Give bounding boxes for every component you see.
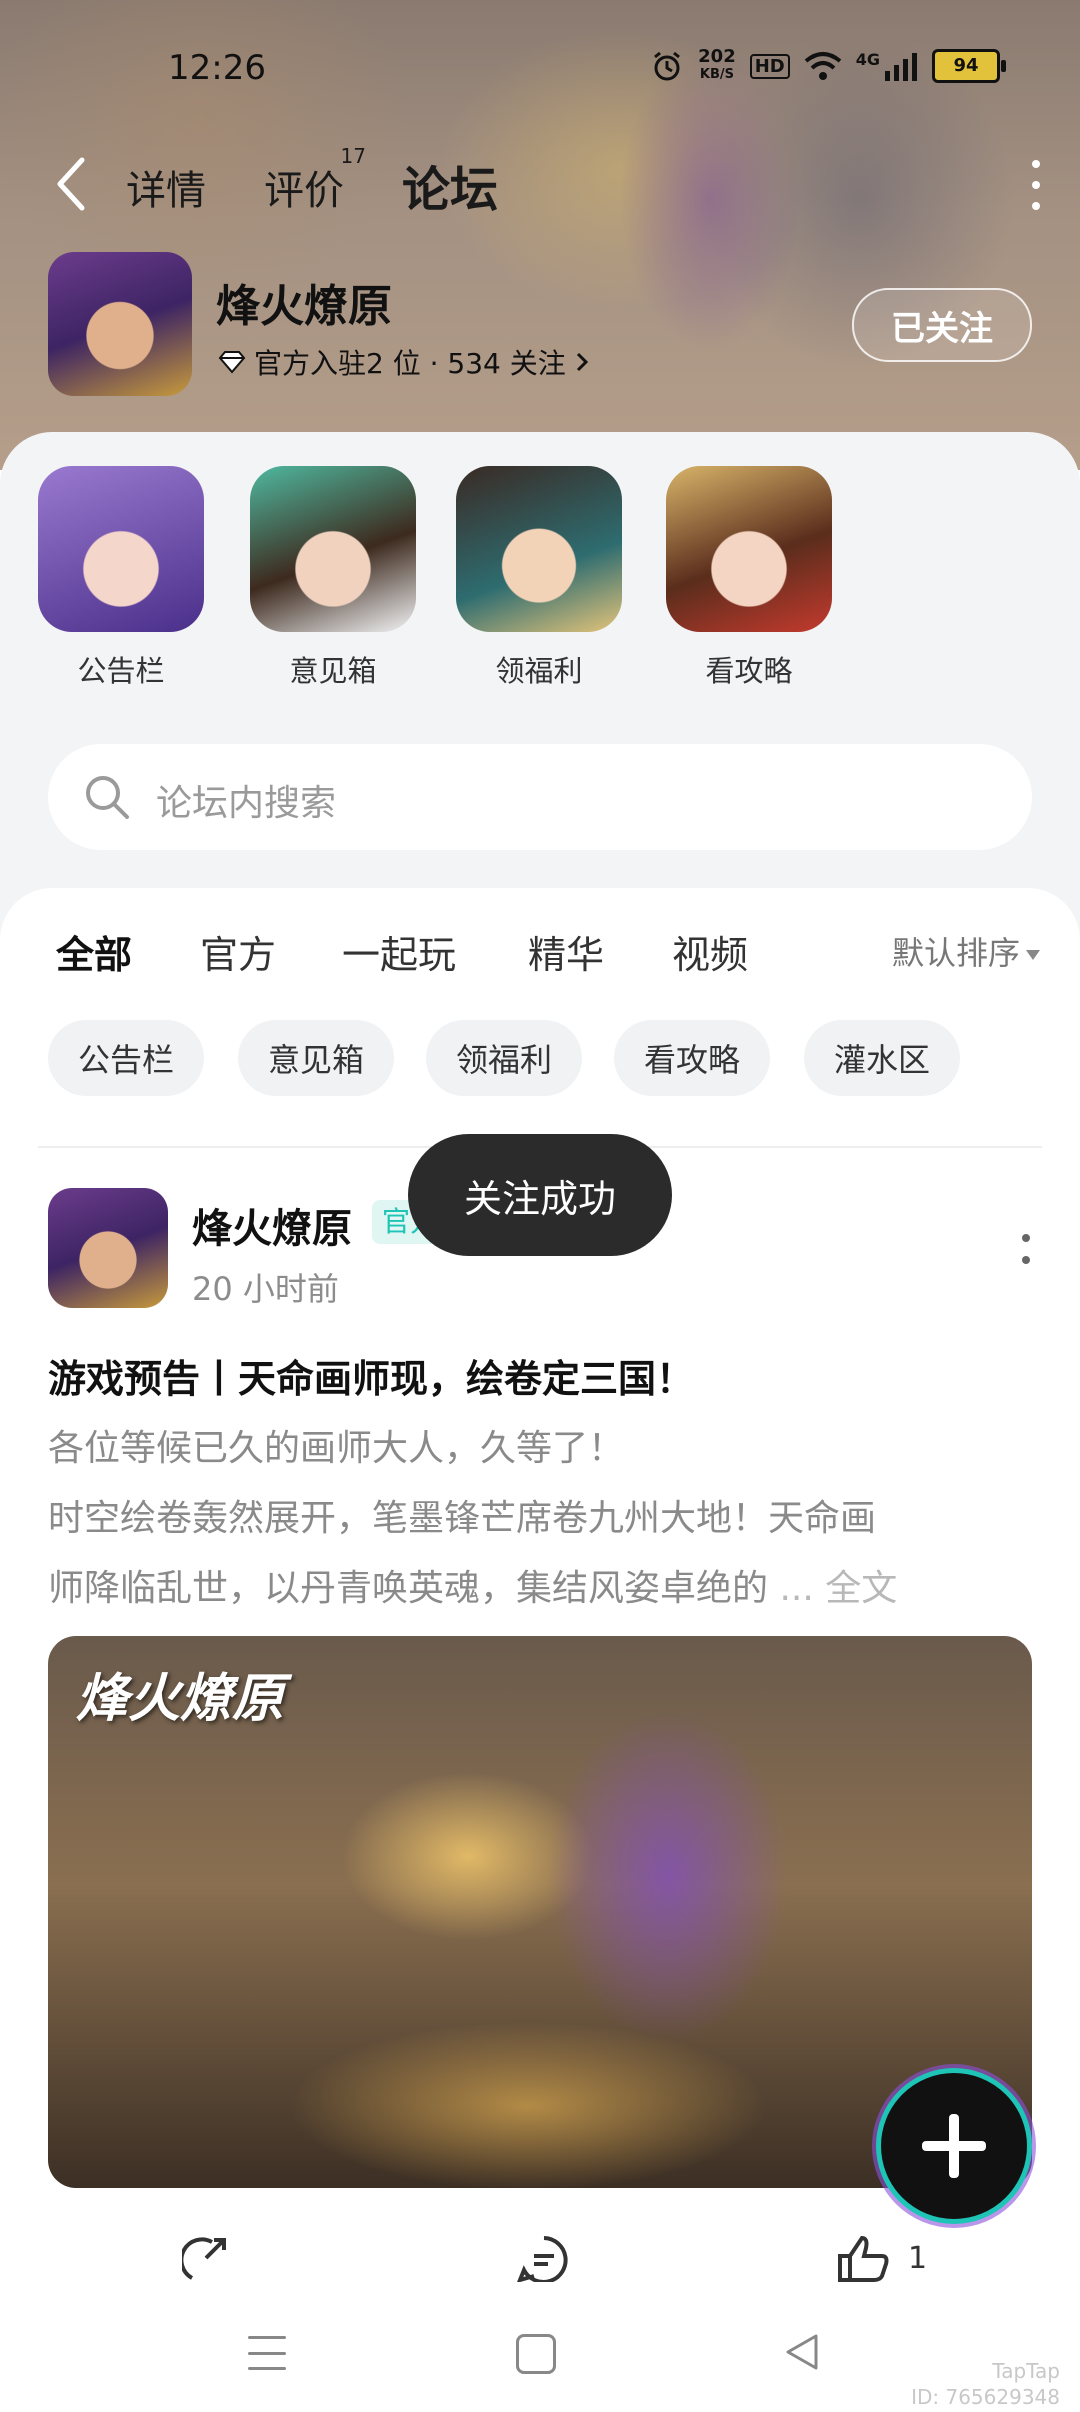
- shortcut-label: 意见箱: [289, 654, 377, 688]
- shortcut-feedback[interactable]: 意见箱: [248, 466, 418, 690]
- comment-icon[interactable]: [516, 2234, 572, 2282]
- caret-down-icon: [1026, 950, 1040, 960]
- shortcut-image: [250, 466, 416, 632]
- game-title: 烽火燎原: [216, 281, 392, 332]
- review-count: 17: [340, 144, 366, 168]
- post-body[interactable]: 各位等候已久的画师大人，久等了！ 时空绘卷轰然展开，笔墨锋芒席卷九州大地！天命画…: [48, 1414, 1028, 1624]
- category-tabs: 全部 官方 一起玩 精华 视频 默认排序: [0, 924, 1080, 985]
- chip-feedback[interactable]: 意见箱: [238, 1020, 395, 1096]
- sort-label: 默认排序: [891, 934, 1020, 972]
- search-icon: [86, 776, 129, 819]
- tab-details[interactable]: 详情: [126, 158, 206, 216]
- back-arrow-icon[interactable]: [52, 154, 92, 214]
- top-nav: 详情 评价 17 论坛: [0, 144, 1080, 220]
- post-image[interactable]: 烽火燎原: [48, 1636, 1032, 2188]
- category-tab-official[interactable]: 官方: [200, 924, 276, 979]
- chevron-right-icon: [576, 352, 588, 372]
- status-bar: 12:26 202 KB/S HD 4G 94: [0, 40, 1080, 100]
- shortcut-guides[interactable]: 看攻略: [664, 466, 834, 690]
- post-body-line: 时空绘卷轰然展开，笔墨锋芒席卷九州大地！天命画: [48, 1498, 877, 1539]
- toast-message: 关注成功: [408, 1134, 672, 1256]
- shortcut-label: 公告栏: [77, 654, 165, 688]
- plus-icon: [922, 2114, 986, 2178]
- like-button[interactable]: 1: [836, 2234, 927, 2282]
- game-meta-text: 官方入驻2 位 · 534 关注: [254, 347, 566, 380]
- tab-forum[interactable]: 论坛: [398, 150, 499, 220]
- tab-forum-label: 论坛: [402, 162, 499, 218]
- post-actions: 1: [0, 2234, 1080, 2282]
- post-timestamp: 20 小时前: [192, 1270, 339, 1308]
- shortcut-image: [456, 466, 622, 632]
- post-body-line: 各位等候已久的画师大人，久等了！: [48, 1428, 625, 1469]
- share-icon[interactable]: [182, 2234, 238, 2282]
- sort-dropdown[interactable]: 默认排序: [892, 928, 1040, 974]
- shortcut-image: [38, 466, 204, 632]
- category-tab-play-together[interactable]: 一起玩: [342, 924, 456, 979]
- category-label: 全部: [56, 933, 133, 977]
- recent-apps-icon[interactable]: [248, 2336, 286, 2370]
- post-title[interactable]: 游戏预告丨天命画师现，绘卷定三国！: [48, 1348, 694, 1403]
- shortcut-label: 看攻略: [705, 654, 793, 688]
- shortcut-label: 领福利: [495, 654, 583, 688]
- thumbs-up-icon: [838, 2235, 889, 2282]
- alarm-icon: [654, 51, 681, 81]
- shortcut-rewards[interactable]: 领福利: [454, 466, 624, 690]
- home-icon[interactable]: [516, 2334, 556, 2374]
- chip-chat[interactable]: 灌水区: [804, 1020, 961, 1096]
- game-meta-link[interactable]: 官方入驻2 位 · 534 关注: [218, 342, 590, 382]
- status-time: 12:26: [168, 48, 266, 88]
- category-tab-video[interactable]: 视频: [672, 924, 748, 979]
- wifi-icon: [804, 52, 842, 80]
- more-options-icon[interactable]: [1026, 160, 1046, 210]
- signal-label: 4G: [855, 49, 880, 69]
- watermark: TapTap ID: 765629348: [911, 2359, 1060, 2409]
- chip-announcements[interactable]: 公告栏: [48, 1020, 205, 1096]
- follow-button[interactable]: 已关注: [852, 288, 1032, 362]
- system-back-icon[interactable]: [782, 2332, 822, 2372]
- like-count: 1: [908, 2240, 928, 2276]
- read-more-link[interactable]: ... 全文: [779, 1568, 897, 1609]
- diamond-icon: [218, 351, 246, 374]
- search-placeholder: 论坛内搜索: [156, 783, 337, 824]
- create-post-button[interactable]: [876, 2068, 1032, 2224]
- battery-indicator: 94: [932, 49, 1006, 83]
- hd-badge: HD: [749, 53, 790, 79]
- system-nav-bar: TapTap ID: 765629348: [0, 2300, 1080, 2412]
- status-icons: 202 KB/S HD 4G 94: [650, 46, 1006, 84]
- category-tab-featured[interactable]: 精华: [528, 924, 604, 979]
- game-icon[interactable]: [48, 252, 192, 396]
- post-body-line: 师降临乱世，以丹青唤英魂，集结风姿卓绝的 ... 全文: [48, 1568, 898, 1609]
- chip-guides[interactable]: 看攻略: [614, 1020, 771, 1096]
- shortcut-announcements[interactable]: 公告栏: [36, 466, 206, 690]
- game-logo-text: 烽火燎原: [76, 1668, 285, 1729]
- tab-reviews-label: 评价: [264, 168, 344, 214]
- category-tab-all[interactable]: 全部: [56, 924, 133, 985]
- tab-reviews[interactable]: 评价 17: [264, 144, 366, 216]
- chip-rewards[interactable]: 领福利: [426, 1020, 583, 1096]
- shortcut-image: [666, 466, 832, 632]
- forum-shortcuts: 公告栏 意见箱 领福利 看攻略: [0, 466, 1080, 688]
- post-more-icon[interactable]: [1022, 1234, 1032, 1264]
- forum-search-bar[interactable]: 论坛内搜索: [48, 744, 1032, 850]
- net-speed: 202 KB/S: [698, 46, 736, 83]
- post-author-name[interactable]: 烽火燎原: [192, 1196, 352, 1254]
- post-author-avatar[interactable]: [48, 1188, 168, 1308]
- signal-icon: [885, 53, 917, 81]
